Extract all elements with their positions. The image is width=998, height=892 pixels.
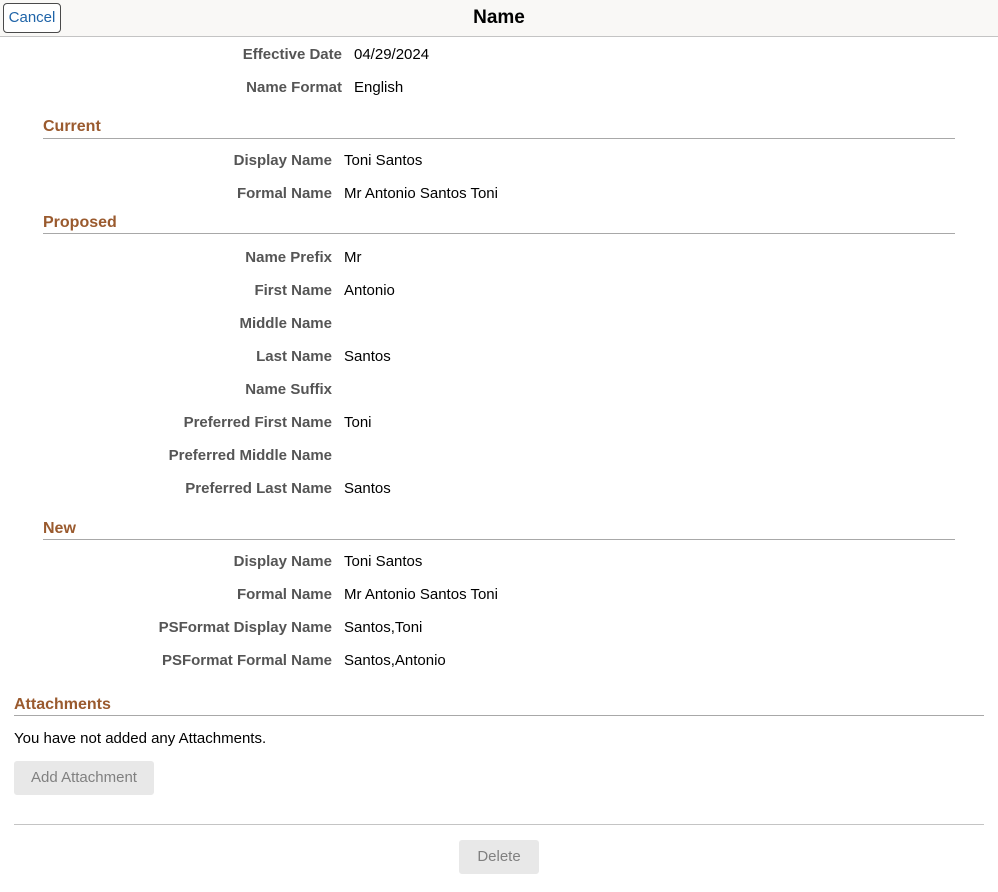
- field-preferred-first-name: Preferred First Name Toni: [0, 414, 372, 434]
- field-label: Last Name: [256, 348, 332, 365]
- field-label: PSFormat Display Name: [158, 619, 332, 636]
- divider: [43, 539, 955, 540]
- field-value: Santos: [344, 348, 391, 365]
- field-value: English: [354, 79, 404, 96]
- field-new-display-name: Display Name Toni Santos: [0, 553, 423, 573]
- footer-divider: [14, 824, 984, 825]
- field-label: Formal Name: [236, 185, 332, 202]
- field-name-format: Name Format English: [0, 79, 403, 99]
- field-value: Mr: [344, 249, 362, 266]
- field-label: Effective Date: [242, 46, 342, 63]
- field-label: Display Name: [233, 553, 332, 570]
- field-value: Santos,Antonio: [344, 652, 446, 669]
- field-label: PSFormat Formal Name: [161, 652, 332, 669]
- field-value: Toni: [344, 414, 372, 431]
- field-preferred-last-name: Preferred Last Name Santos: [0, 480, 390, 500]
- field-name-prefix: Name Prefix Mr: [0, 249, 361, 269]
- section-title-current: Current: [43, 118, 101, 135]
- field-current-formal-name: Formal Name Mr Antonio Santos Toni: [0, 185, 498, 205]
- field-last-name: Last Name Santos: [0, 348, 391, 368]
- field-value: Mr Antonio Santos Toni: [344, 586, 498, 603]
- field-label: First Name: [254, 282, 332, 299]
- delete-button[interactable]: Delete: [459, 840, 539, 874]
- section-title-attachments: Attachments: [14, 696, 111, 713]
- page-title: Name: [473, 7, 525, 28]
- field-psformat-formal-name: PSFormat Formal Name Santos,Antonio: [0, 652, 446, 672]
- field-preferred-middle-name: Preferred Middle Name: [0, 447, 332, 467]
- field-label: Preferred First Name: [183, 414, 332, 431]
- field-label: Name Format: [246, 79, 342, 96]
- attachments-empty-message: You have not added any Attachments.: [14, 730, 267, 747]
- field-psformat-display-name: PSFormat Display Name Santos,Toni: [0, 619, 423, 639]
- field-effective-date: Effective Date 04/29/2024: [0, 46, 429, 66]
- page-header: Cancel Name: [0, 0, 998, 37]
- field-label: Middle Name: [239, 315, 332, 332]
- field-label: Name Prefix: [245, 249, 332, 266]
- field-value: Santos,Toni: [344, 619, 423, 636]
- field-label: Display Name: [233, 152, 332, 169]
- field-middle-name: Middle Name: [0, 315, 332, 335]
- field-value: Antonio: [344, 282, 395, 299]
- field-name-suffix: Name Suffix: [0, 381, 332, 401]
- field-current-display-name: Display Name Toni Santos: [0, 152, 423, 172]
- field-label: Preferred Middle Name: [168, 447, 332, 464]
- divider: [43, 138, 955, 139]
- add-attachment-button[interactable]: Add Attachment: [14, 761, 154, 795]
- section-title-new: New: [43, 520, 76, 537]
- field-value: Mr Antonio Santos Toni: [344, 185, 498, 202]
- field-value: 04/29/2024: [354, 46, 430, 63]
- divider: [14, 715, 984, 716]
- field-value: Santos: [344, 480, 391, 497]
- field-first-name: First Name Antonio: [0, 282, 394, 302]
- divider: [43, 233, 955, 234]
- field-new-formal-name: Formal Name Mr Antonio Santos Toni: [0, 586, 498, 606]
- field-value: Toni Santos: [344, 553, 423, 570]
- field-label: Formal Name: [236, 586, 332, 603]
- section-title-proposed: Proposed: [43, 214, 117, 231]
- field-value: Toni Santos: [344, 152, 423, 169]
- field-label: Preferred Last Name: [185, 480, 332, 497]
- field-label: Name Suffix: [245, 381, 332, 398]
